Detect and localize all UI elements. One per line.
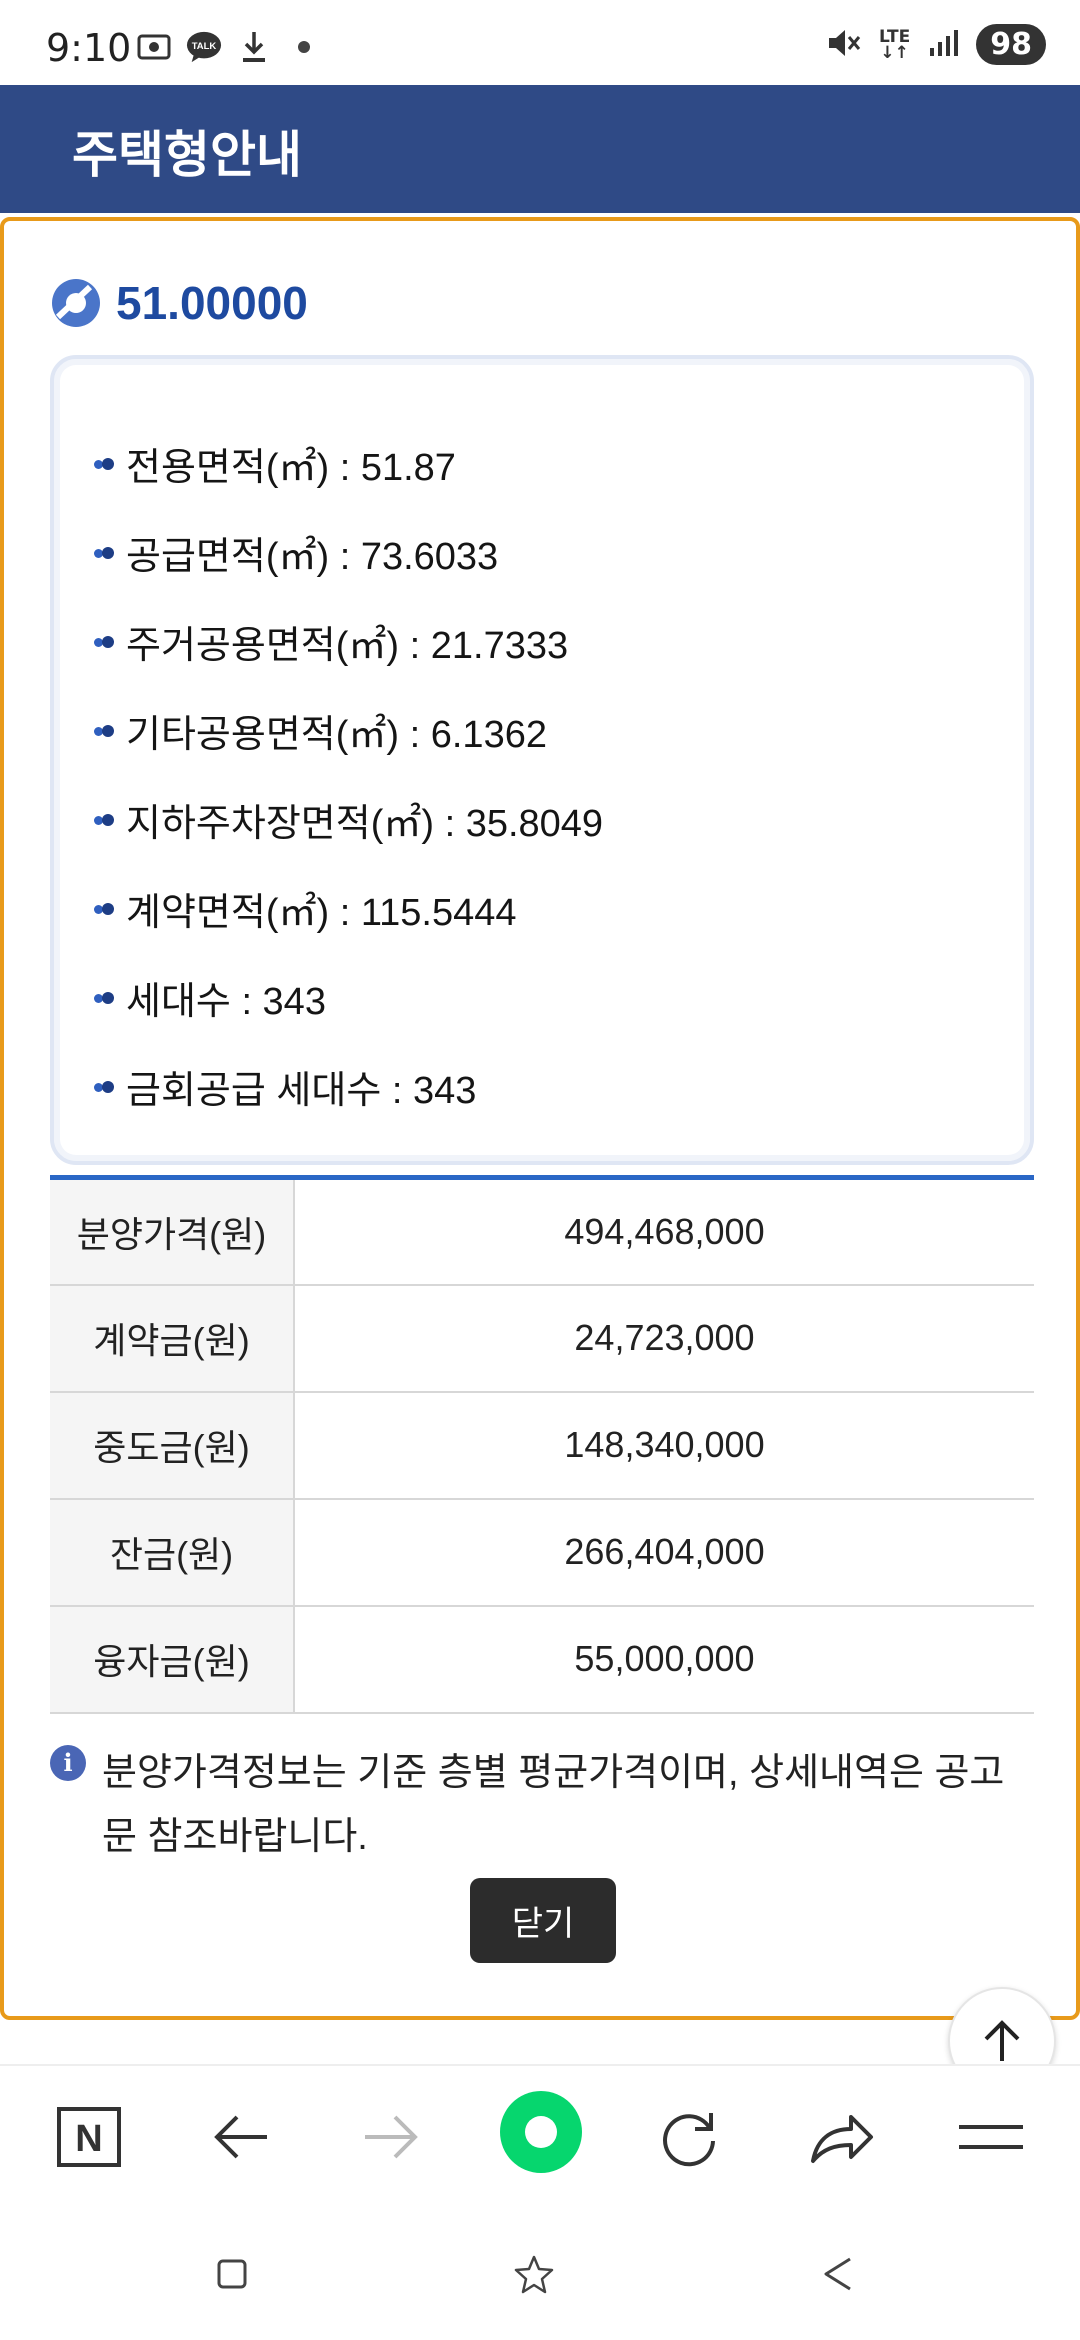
refresh-button[interactable]	[644, 2092, 734, 2182]
detail-item: 기타공용면적(㎡) : 6.1362	[94, 686, 1030, 775]
housing-type-heading: 51.00000	[50, 276, 308, 330]
info-icon: i	[50, 1745, 86, 1781]
table-row-value: 24,723,000	[294, 1284, 1034, 1393]
table-row: 잔금(원) 266,404,000	[50, 1498, 1034, 1607]
bullet-icon	[94, 1080, 116, 1094]
detail-text: 계약면적(㎡) : 115.5444	[126, 892, 517, 934]
housing-type-icon	[52, 279, 100, 327]
arrow-up-icon	[984, 2020, 1020, 2061]
table-row-value: 266,404,000	[294, 1498, 1034, 1607]
housing-type-title: 51.00000	[116, 277, 308, 329]
notification-dot-icon	[286, 30, 322, 64]
detail-item: 공급면적(㎡) : 73.6033	[94, 508, 1030, 597]
detail-item: 전용면적(㎡) : 51.87	[94, 419, 1030, 508]
favorites-button[interactable]	[514, 2254, 554, 2294]
detail-item: 세대수 : 343	[94, 953, 1030, 1042]
table-row-label: 융자금(원)	[50, 1605, 295, 1714]
table-row: 융자금(원) 55,000,000	[50, 1605, 1034, 1714]
page-header: 주택형안내	[0, 85, 1080, 213]
menu-icon	[959, 2125, 1023, 2149]
download-icon	[236, 30, 272, 64]
detail-text: 금회공급 세대수 : 343	[126, 1070, 477, 1112]
price-table: 분양가격(원) 494,468,000 계약금(원) 24,723,000 중도금(…	[50, 1175, 1034, 1714]
green-dot-icon	[525, 2116, 557, 2148]
arrow-left-icon	[214, 2115, 267, 2159]
table-row-label: 중도금(원)	[50, 1391, 295, 1500]
status-bar: 9:10 TALK LTE ↓↑ 98	[0, 0, 1080, 85]
recent-apps-icon	[217, 2259, 247, 2289]
battery-indicator: 98	[976, 24, 1046, 65]
kakaotalk-icon: TALK	[186, 30, 222, 64]
naver-home-button[interactable]: N	[44, 2092, 134, 2182]
system-back-button[interactable]	[818, 2254, 858, 2294]
browser-toolbar: N	[0, 2064, 1080, 2206]
notice-text: 분양가격정보는 기준 층별 평균가격이며, 상세내역은 공고문 참조바랍니다.	[102, 1752, 1005, 1858]
share-arrow-icon	[811, 2115, 873, 2163]
table-row-label: 분양가격(원)	[50, 1177, 295, 1286]
detail-text: 주거공용면적(㎡) : 21.7333	[126, 625, 569, 667]
table-row-label: 계약금(원)	[50, 1284, 295, 1393]
bullet-icon	[94, 457, 116, 471]
close-button[interactable]: 닫기	[470, 1878, 616, 1963]
bullet-icon	[94, 635, 116, 649]
status-notification-icons: TALK	[136, 30, 322, 64]
mute-icon	[825, 26, 861, 64]
detail-text: 지하주차장면적(㎡) : 35.8049	[126, 803, 604, 845]
housing-type-modal: 51.00000 전용면적(㎡) : 51.87 공급면적(㎡) : 73.60…	[0, 217, 1080, 2095]
talk-badge-text: TALK	[192, 41, 217, 52]
network-type: LTE ↓↑	[879, 26, 911, 63]
status-time: 9:10	[46, 26, 132, 70]
status-system-icons: LTE ↓↑ 98	[825, 24, 1046, 65]
table-row-value: 494,468,000	[294, 1177, 1034, 1286]
page-title: 주택형안내	[72, 127, 302, 183]
detail-item: 지하주차장면적(㎡) : 35.8049	[94, 775, 1030, 864]
share-button[interactable]	[796, 2092, 886, 2182]
detail-item: 금회공급 세대수 : 343	[94, 1042, 1030, 1131]
bullet-icon	[94, 724, 116, 738]
table-row-label: 잔금(원)	[50, 1498, 295, 1607]
detail-item: 주거공용면적(㎡) : 21.7333	[94, 597, 1030, 686]
arrow-right-icon	[365, 2115, 418, 2159]
system-navigation-bar	[0, 2206, 1080, 2340]
star-icon	[514, 2255, 554, 2294]
recent-apps-button[interactable]	[212, 2254, 252, 2294]
price-notice: i 분양가격정보는 기준 층별 평균가격이며, 상세내역은 공고문 참조바랍니다…	[50, 1741, 1030, 1869]
naver-logo-text: N	[75, 2118, 102, 2160]
detail-text: 공급면적(㎡) : 73.6033	[126, 536, 499, 578]
detail-item: 계약면적(㎡) : 115.5444	[94, 864, 1030, 953]
bullet-icon	[94, 546, 116, 560]
bullet-icon	[94, 902, 116, 916]
back-button[interactable]	[196, 2092, 286, 2182]
bullet-icon	[94, 991, 116, 1005]
screenshot-icon	[136, 30, 172, 64]
area-details-box: 전용면적(㎡) : 51.87 공급면적(㎡) : 73.6033 주거공용면적…	[50, 355, 1034, 1165]
forward-button[interactable]	[346, 2092, 436, 2182]
menu-button[interactable]	[946, 2092, 1036, 2182]
detail-text: 세대수 : 343	[126, 981, 326, 1023]
detail-text: 기타공용면적(㎡) : 6.1362	[126, 714, 547, 756]
network-label: LTE	[879, 26, 911, 47]
table-row: 분양가격(원) 494,468,000	[50, 1177, 1034, 1286]
table-row-value: 148,340,000	[294, 1391, 1034, 1500]
bullet-icon	[94, 813, 116, 827]
naver-logo-icon: N	[57, 2107, 121, 2167]
detail-text: 전용면적(㎡) : 51.87	[126, 447, 456, 489]
refresh-icon	[663, 2113, 715, 2167]
table-row: 중도금(원) 148,340,000	[50, 1391, 1034, 1500]
table-row-value: 55,000,000	[294, 1605, 1034, 1714]
back-triangle-icon	[824, 2257, 851, 2291]
green-dot-button[interactable]	[500, 2091, 582, 2173]
signal-icon	[928, 28, 959, 62]
table-row: 계약금(원) 24,723,000	[50, 1284, 1034, 1393]
